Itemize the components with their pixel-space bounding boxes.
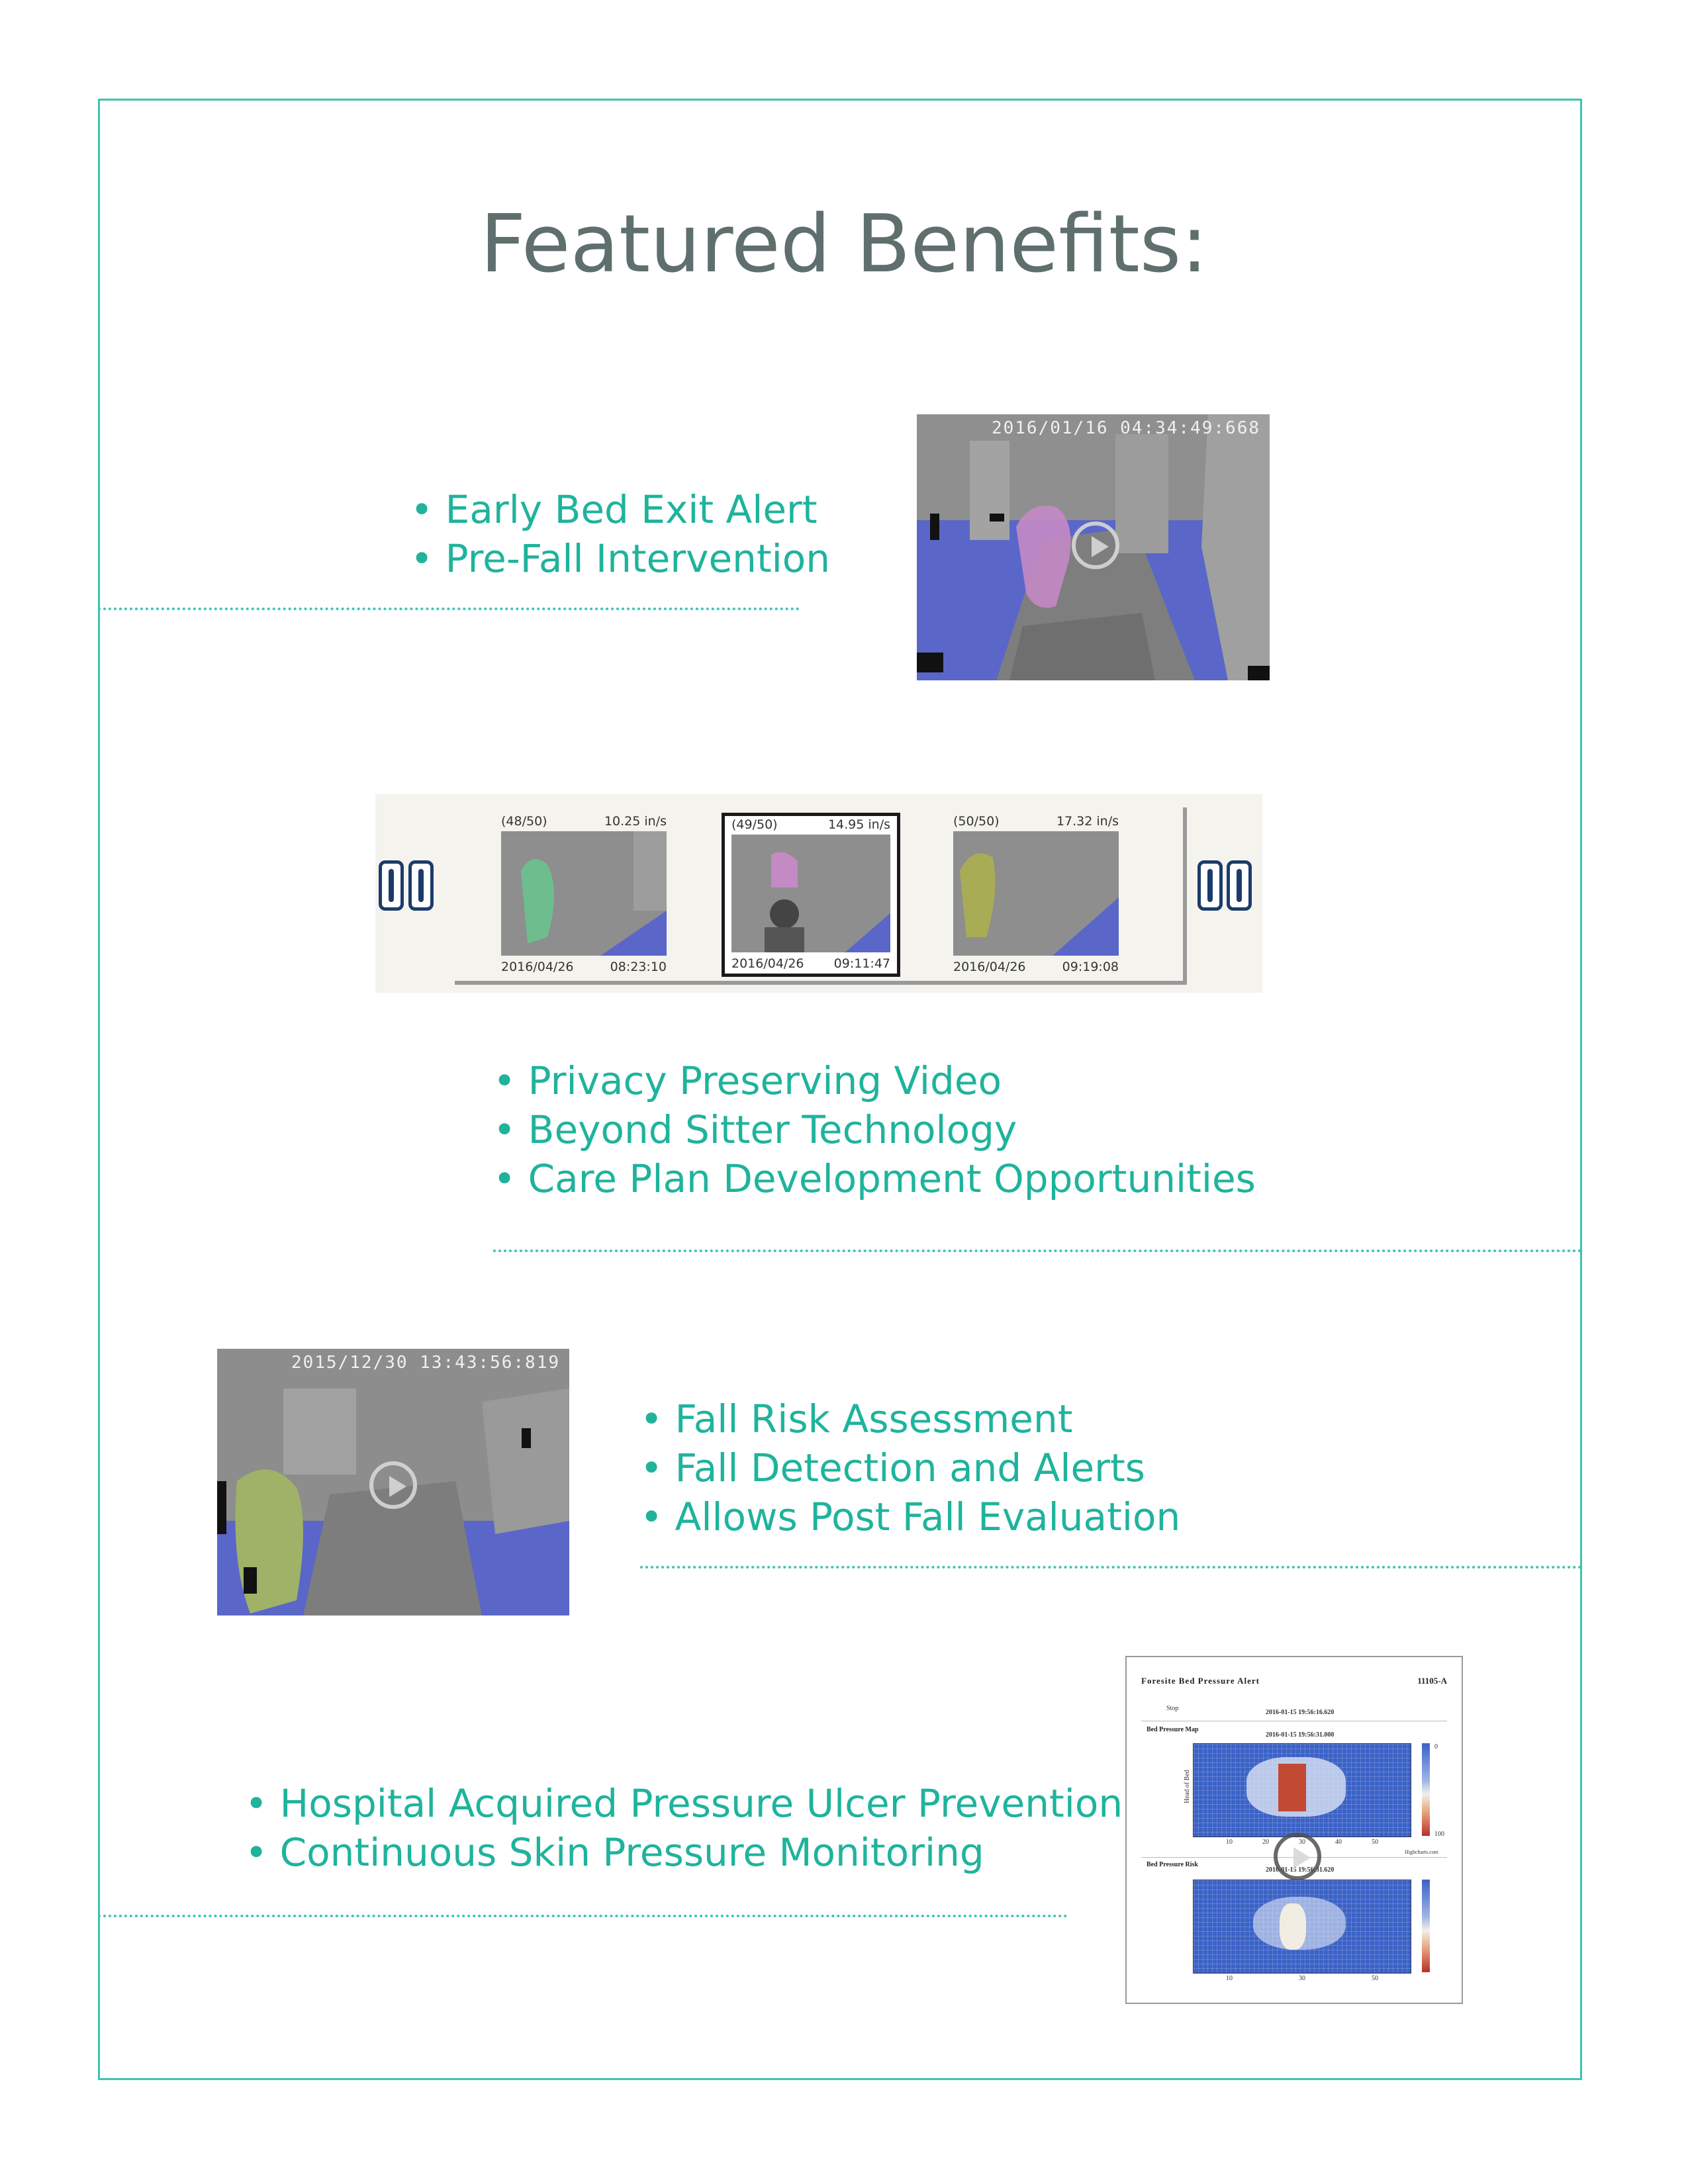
benefit-list-4: Hospital Acquired Pressure Ulcer Prevent…: [245, 1779, 1123, 1877]
risk-color-scale: [1422, 1880, 1430, 1972]
play-icon[interactable]: [1072, 522, 1119, 569]
pressure-heatmap: [1193, 1743, 1411, 1837]
fall-detection-video[interactable]: 2015/12/30 13:43:56:819: [217, 1349, 569, 1615]
report-title: Foresite Bed Pressure Alert: [1141, 1676, 1260, 1686]
thumbnail-date: 2016/04/26: [501, 960, 574, 974]
thumbnail-speed: 14.95 in/s: [827, 817, 890, 832]
thumbnail-speed: 17.32 in/s: [1056, 814, 1119, 829]
benefit-item: Early Bed Exit Alert: [410, 485, 830, 534]
thumbnail-image: [501, 831, 667, 956]
risk-heatmap: [1193, 1880, 1411, 1974]
dotted-divider: [98, 1915, 1068, 1917]
thumbnail-speed: 10.25 in/s: [604, 814, 667, 829]
benefit-list-3: Fall Risk Assessment Fall Detection and …: [640, 1394, 1181, 1541]
next-icon[interactable]: [1197, 860, 1223, 911]
play-icon[interactable]: [1274, 1833, 1321, 1880]
video-thumbnail-strip: (48/50) 10.25 in/s 2016/04/26 08:23:10 (49…: [375, 794, 1262, 993]
x-tick: 10: [1226, 1975, 1233, 1982]
benefit-item: Hospital Acquired Pressure Ulcer Prevent…: [245, 1779, 1123, 1828]
stop-label: Stop: [1166, 1705, 1179, 1712]
x-tick: 20: [1262, 1839, 1269, 1846]
axis-label: Head of Bed: [1183, 1770, 1191, 1803]
thumbnail-track: (48/50) 10.25 in/s 2016/04/26 08:23:10 (49…: [455, 807, 1187, 985]
benefit-item: Fall Detection and Alerts: [640, 1443, 1180, 1492]
thumbnail-date: 2016/04/26: [953, 960, 1026, 974]
play-icon[interactable]: [369, 1461, 417, 1509]
scale-tick: 0: [1434, 1743, 1438, 1751]
x-tick: 40: [1335, 1839, 1342, 1846]
map-section-title: Bed Pressure Map: [1147, 1726, 1199, 1733]
thumbnail-50[interactable]: (50/50) 17.32 in/s 2016/04/26 09:19:08: [947, 813, 1125, 977]
thumbnail-image: [953, 831, 1119, 956]
skip-end-icon[interactable]: [1227, 860, 1252, 911]
stop-time: 2016-01-15 19:56:16.620: [1266, 1709, 1335, 1716]
risk-section-title: Bed Pressure Risk: [1147, 1861, 1198, 1868]
video-timestamp: 2015/12/30 13:43:56:819: [291, 1353, 560, 1373]
x-tick: 50: [1372, 1975, 1378, 1982]
benefit-item: Continuous Skin Pressure Monitoring: [245, 1828, 1123, 1877]
benefit-item: Beyond Sitter Technology: [493, 1105, 1256, 1154]
page-title: Featured Benefits:: [480, 199, 1208, 291]
bed-pressure-report[interactable]: Foresite Bed Pressure Alert 11105-A Stop…: [1125, 1656, 1463, 2004]
dotted-divider: [493, 1250, 1582, 1252]
dotted-divider: [640, 1566, 1582, 1569]
benefit-item: Allows Post Fall Evaluation: [640, 1492, 1181, 1541]
benefit-list-1: Early Bed Exit Alert Pre-Fall Interventi…: [410, 485, 830, 583]
previous-icon[interactable]: [408, 860, 434, 911]
map-time: 2016-01-15 19:56:31.000: [1266, 1731, 1335, 1739]
thumbnail-counter: (50/50): [953, 814, 1000, 829]
dotted-divider: [98, 608, 800, 610]
benefit-item: Privacy Preserving Video: [493, 1056, 1256, 1105]
thumbnail-time: 08:23:10: [610, 960, 667, 974]
thumbnail-counter: (48/50): [501, 814, 547, 829]
pressure-color-scale: [1422, 1743, 1430, 1836]
thumbnail-49-selected[interactable]: (49/50) 14.95 in/s 2016/04/26 09:11:47: [722, 813, 900, 977]
chart-footer: Highcharts.com: [1405, 1849, 1438, 1855]
thumbnail-48[interactable]: (48/50) 10.25 in/s 2016/04/26 08:23:10: [494, 813, 673, 977]
benefit-list-2: Privacy Preserving Video Beyond Sitter T…: [493, 1056, 1256, 1203]
thumbnail-image: [731, 835, 890, 952]
video-timestamp: 2016/01/16 04:34:49:668: [991, 418, 1260, 438]
benefit-item: Pre-Fall Intervention: [410, 534, 830, 583]
rewind-start-icon[interactable]: [379, 860, 404, 911]
x-tick: 50: [1372, 1839, 1378, 1846]
thumbnail-time: 09:19:08: [1062, 960, 1119, 974]
benefit-item: Fall Risk Assessment: [640, 1394, 1180, 1443]
bed-exit-video[interactable]: 2016/01/16 04:34:49:668: [917, 414, 1270, 680]
thumbnail-date: 2016/04/26: [731, 956, 804, 971]
report-id: 11105-A: [1417, 1676, 1447, 1686]
scale-tick: 100: [1434, 1831, 1444, 1838]
x-tick: 10: [1226, 1839, 1233, 1846]
x-tick: 30: [1299, 1975, 1305, 1982]
thumbnail-time: 09:11:47: [833, 956, 890, 971]
thumbnail-counter: (49/50): [731, 817, 778, 832]
benefit-item: Care Plan Development Opportunities: [493, 1154, 1256, 1203]
